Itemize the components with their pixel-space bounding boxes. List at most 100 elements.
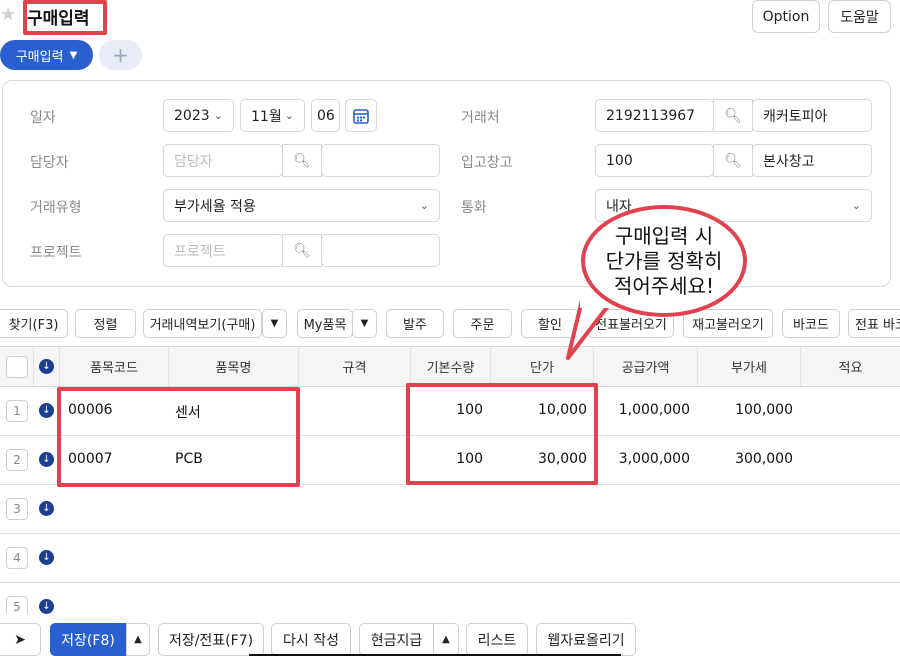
item-highlight-box <box>57 387 300 487</box>
slip-barcode-button[interactable]: 전표 바코 <box>848 309 900 338</box>
header-qty[interactable]: 기본수량 <box>411 347 491 387</box>
calendar-icon <box>353 108 369 124</box>
order-button[interactable]: 발주 <box>386 309 444 338</box>
year-value: 2023 <box>174 107 210 124</box>
cell-supply[interactable]: 1,000,000 <box>594 402 690 418</box>
select-all-header <box>0 347 34 387</box>
header-vat[interactable]: 부가세 <box>698 347 801 387</box>
favorite-star-icon[interactable]: ★ <box>0 4 20 25</box>
row-number[interactable]: 5 <box>6 596 28 614</box>
chevron-down-icon: ⌄ <box>851 199 861 212</box>
callout-line: 단가를 정확히 <box>605 248 723 273</box>
vendor-code-input[interactable]: 2192113967 <box>595 99 714 132</box>
send-button[interactable]: ➤ <box>0 623 41 656</box>
cell-vat[interactable]: 300,000 <box>698 451 793 467</box>
manager-search-button[interactable]: 🔍︎ <box>282 144 322 177</box>
project-search-button[interactable]: 🔍︎ <box>282 234 322 267</box>
caret-up-icon: ▲ <box>134 634 142 645</box>
chevron-down-icon: ⌄ <box>419 199 429 212</box>
month-select[interactable]: 11월 ⌄ <box>240 99 305 132</box>
header-code[interactable]: 품목코드 <box>60 347 169 387</box>
cash-dropdown[interactable]: ▲ <box>433 623 459 656</box>
day-input[interactable]: 06 <box>311 99 340 132</box>
list-button[interactable]: 리스트 <box>466 623 528 656</box>
row-number[interactable]: 2 <box>6 449 28 471</box>
arrow-down-icon[interactable]: ↓ <box>39 501 54 516</box>
arrow-down-icon[interactable]: ↓ <box>39 550 54 565</box>
nav-header: ↓ <box>34 347 60 387</box>
history-dropdown[interactable]: ▼ <box>262 309 287 338</box>
tab-label: 구매입력 <box>15 49 64 65</box>
select-all-checkbox[interactable] <box>5 355 28 378</box>
save-dropdown[interactable]: ▲ <box>126 623 150 656</box>
trade-type-label: 거래유형 <box>30 200 82 216</box>
project-label: 프로젝트 <box>30 245 82 261</box>
row-number[interactable]: 3 <box>6 498 28 520</box>
warehouse-label: 입고창고 <box>461 155 513 171</box>
search-icon: 🔍︎ <box>293 242 311 259</box>
help-button[interactable]: 도움말 <box>828 0 891 33</box>
save-slip-button[interactable]: 저장/전표(F7) <box>158 623 264 656</box>
arrow-down-icon[interactable]: ↓ <box>39 452 54 467</box>
rewrite-button[interactable]: 다시 작성 <box>271 623 351 656</box>
vendor-label: 거래처 <box>461 110 500 126</box>
search-icon: 🔍︎ <box>293 152 311 169</box>
callout-line: 적어주세요! <box>613 273 715 298</box>
vendor-name-input[interactable]: 캐커토피아 <box>752 99 872 132</box>
barcode-button[interactable]: 바코드 <box>782 309 840 338</box>
row-number[interactable]: 4 <box>6 547 28 569</box>
manager-label: 담당자 <box>30 155 69 171</box>
arrow-down-icon[interactable]: ↓ <box>39 599 54 614</box>
year-select[interactable]: 2023 ⌄ <box>163 99 234 132</box>
search-icon: 🔍︎ <box>724 107 742 124</box>
add-tab-button[interactable]: + <box>99 40 142 70</box>
save-button[interactable]: 저장(F8) <box>50 623 126 656</box>
my-items-dropdown[interactable]: ▼ <box>352 309 377 338</box>
cell-vat[interactable]: 100,000 <box>698 402 793 418</box>
project-name-input[interactable] <box>321 234 440 267</box>
callout-bubble: 구매입력 시 단가를 정확히 적어주세요! <box>581 205 747 317</box>
vendor-search-button[interactable]: 🔍︎ <box>713 99 753 132</box>
caret-down-icon: ▼ <box>360 318 369 329</box>
row-number[interactable]: 1 <box>6 400 28 422</box>
my-items-button[interactable]: My품목 <box>297 309 353 338</box>
sort-button[interactable]: 정렬 <box>75 309 136 338</box>
chevron-down-icon: ⌄ <box>213 109 223 122</box>
history-button[interactable]: 거래내역보기(구매) <box>143 309 262 338</box>
trade-type-value: 부가세율 적용 <box>174 198 256 215</box>
manager-input[interactable]: 담당자 <box>163 144 283 177</box>
arrow-down-icon[interactable]: ↓ <box>39 403 54 418</box>
caret-down-icon: ▼ <box>270 318 279 329</box>
table-row[interactable]: 4 ↓ <box>0 534 900 583</box>
send-icon: ➤ <box>14 631 26 648</box>
web-upload-button[interactable]: 웹자료올리기 <box>536 623 636 656</box>
search-icon: 🔍︎ <box>724 152 742 169</box>
trade-type-select[interactable]: 부가세율 적용 ⌄ <box>163 189 440 222</box>
currency-label: 통화 <box>461 200 487 216</box>
date-label: 일자 <box>30 110 56 126</box>
warehouse-name-input[interactable]: 본사창고 <box>752 144 872 177</box>
chevron-down-icon: ⌄ <box>284 109 294 122</box>
header-memo[interactable]: 적요 <box>801 347 900 387</box>
header-spec[interactable]: 규격 <box>299 347 411 387</box>
tab-purchase-input[interactable]: 구매입력 ▼ <box>0 40 93 70</box>
cash-payment-button[interactable]: 현금지급 <box>359 623 434 656</box>
header-name[interactable]: 품목명 <box>169 347 299 387</box>
caret-up-icon: ▲ <box>442 634 450 645</box>
month-value: 11월 <box>251 108 282 125</box>
po-button[interactable]: 주문 <box>453 309 512 338</box>
cell-supply[interactable]: 3,000,000 <box>594 451 690 467</box>
load-stock-button[interactable]: 재고불러오기 <box>683 309 773 338</box>
calendar-button[interactable] <box>345 99 377 132</box>
find-button[interactable]: 찾기(F3) <box>0 309 68 338</box>
option-button[interactable]: Option <box>752 0 820 33</box>
callout-tail <box>566 300 610 360</box>
manager-name-input[interactable] <box>321 144 440 177</box>
warehouse-code-input[interactable]: 100 <box>595 144 714 177</box>
caret-down-icon: ▼ <box>69 49 78 61</box>
table-row[interactable]: 3 ↓ <box>0 485 900 534</box>
warehouse-search-button[interactable]: 🔍︎ <box>713 144 753 177</box>
arrow-down-icon[interactable]: ↓ <box>39 359 54 374</box>
project-input[interactable]: 프로젝트 <box>163 234 283 267</box>
table-row[interactable]: 5 ↓ <box>0 583 900 614</box>
